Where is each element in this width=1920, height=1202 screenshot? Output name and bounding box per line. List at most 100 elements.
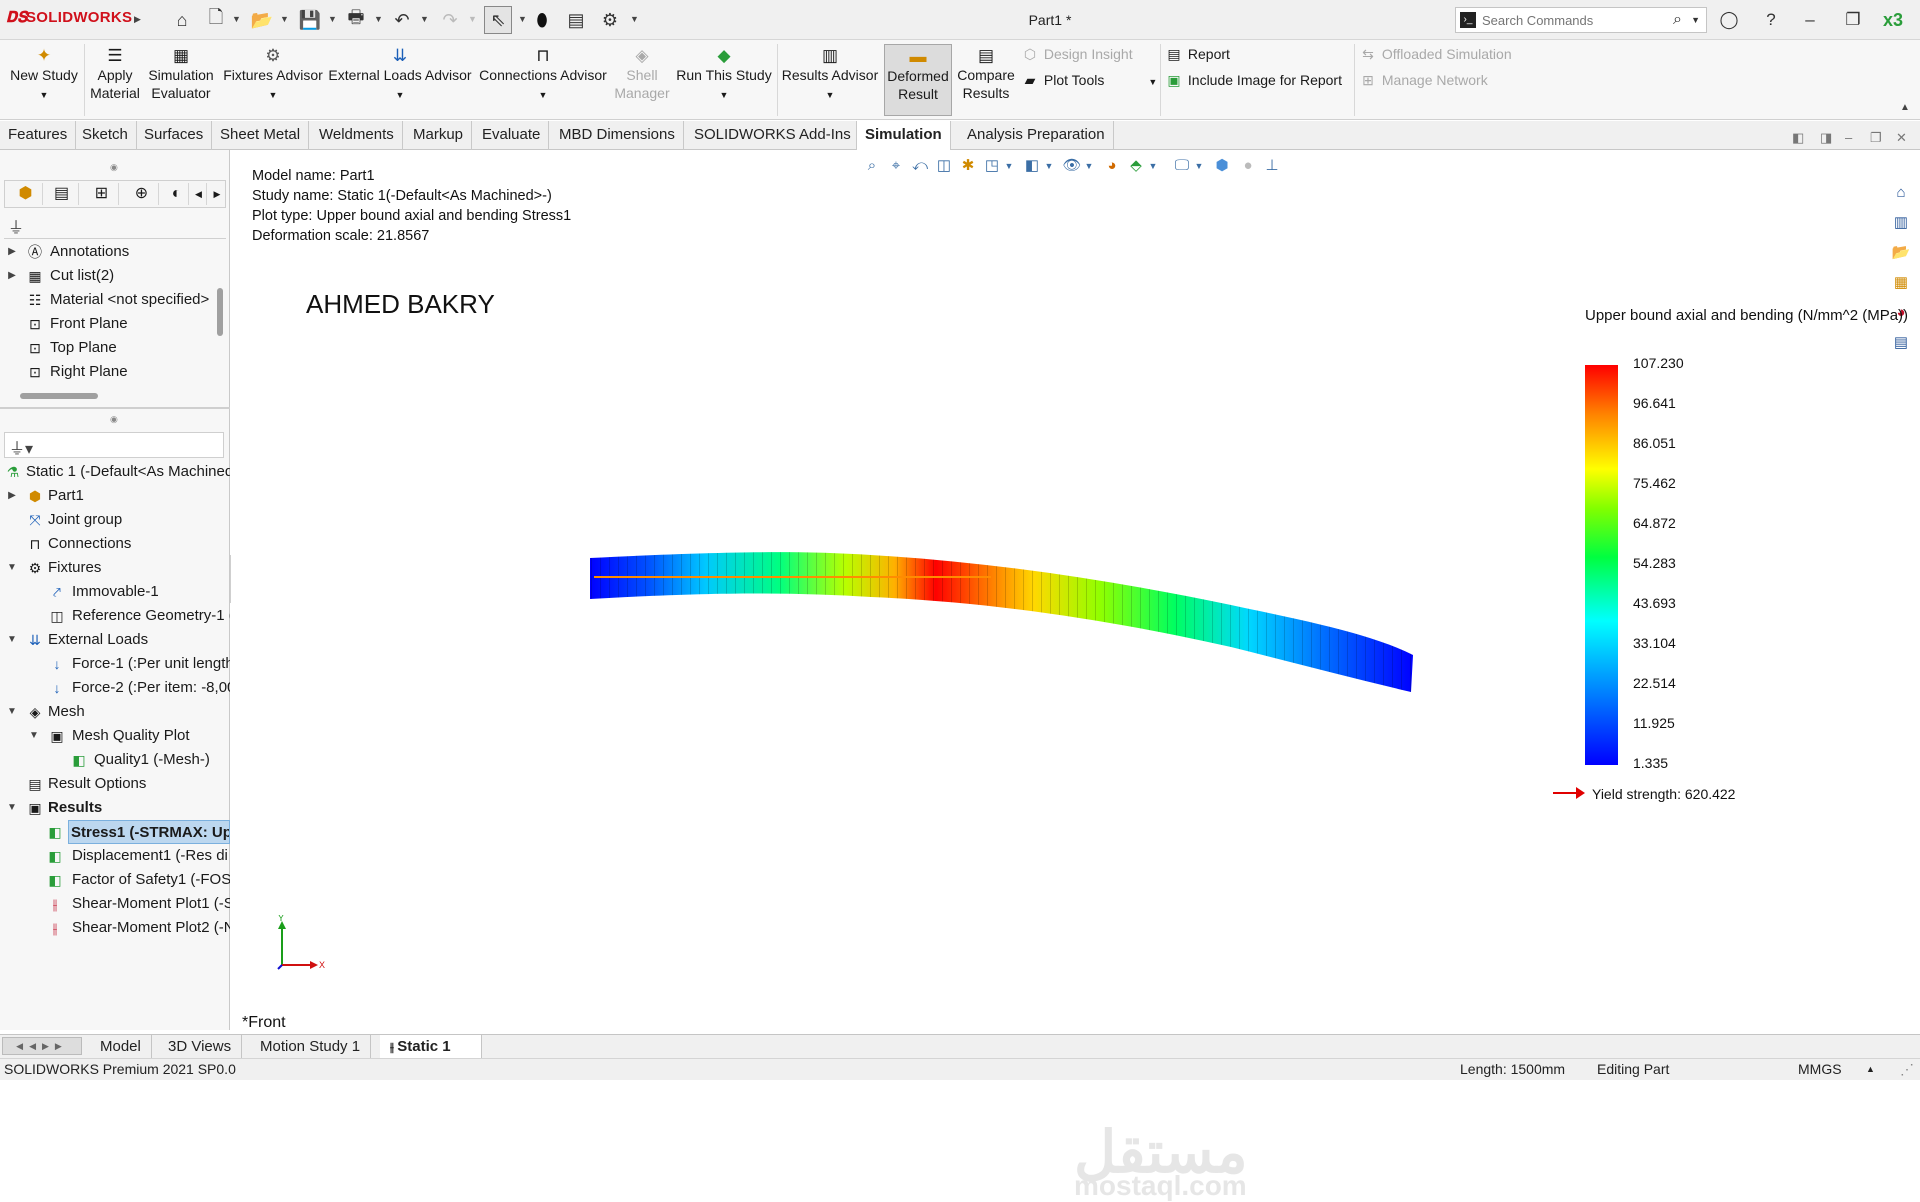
stress-plot-beam[interactable] [231, 150, 1920, 1030]
legend-color-bar[interactable] [1585, 365, 1618, 765]
collapse-icon[interactable]: ▼ [6, 796, 18, 820]
save-icon[interactable]: 💾 [298, 8, 322, 32]
tile-view-icon[interactable]: ◨ [1820, 130, 1832, 146]
collapse-icon[interactable]: ▼ [28, 724, 40, 748]
compare-results-button[interactable]: ▤ Compare Results [954, 44, 1018, 116]
traffic-light-rebuild-icon[interactable]: ⬮ [530, 8, 554, 32]
report-button[interactable]: ▤ Report [1164, 44, 1230, 64]
tab-mbd-dimensions[interactable]: MBD Dimensions [551, 121, 684, 150]
new-study-button[interactable]: ✦ New Study ▼ [4, 44, 84, 116]
tab-scroll-right-icon[interactable]: ▶ [209, 183, 225, 205]
tree-item-material[interactable]: ☷ Material <not specified> [0, 288, 215, 312]
viewport-close-icon[interactable]: ✕ [1896, 130, 1907, 146]
shell-manager-button[interactable]: ◈ Shell Manager [614, 44, 670, 116]
simulation-evaluator-button[interactable]: ▦ Simulation Evaluator [144, 44, 218, 116]
file-properties-icon[interactable]: ▤ [564, 8, 588, 32]
plot-tools-button[interactable]: ▰ Plot Tools ▼ [1020, 70, 1158, 90]
run-this-study-button[interactable]: ◆ Run This Study ▼ [674, 44, 774, 116]
tree-item-force-2[interactable]: ↓ Force-2 (:Per item: -8,00 [0, 676, 231, 700]
tree-item-immovable[interactable]: ⤤ Immovable-1 [0, 580, 230, 604]
tab-surfaces[interactable]: Surfaces [136, 121, 213, 150]
tree-item-annotations[interactable]: ▶ Ⓐ Annotations [0, 240, 215, 264]
redo-dropdown-icon[interactable]: ▼ [468, 14, 477, 24]
tree-item-factor-of-safety1[interactable]: ◧ Factor of Safety1 (-FOS- [0, 868, 230, 892]
panel-grip-icon[interactable]: ◉ [110, 414, 118, 425]
search-dropdown-icon[interactable]: ▼ [1691, 15, 1700, 25]
expand-icon[interactable]: ▶ [6, 264, 18, 288]
tab-analysis-preparation[interactable]: Analysis Preparation [959, 121, 1114, 150]
viewport-minimize-icon[interactable]: – [1845, 130, 1852, 145]
expand-icon[interactable]: ▶ [6, 240, 18, 264]
tree-item-cut-list[interactable]: ▶ ▦ Cut list(2) [0, 264, 215, 288]
viewport-restore-icon[interactable]: ❐ [1870, 130, 1882, 146]
tree-item-mesh[interactable]: ▼ ◈ Mesh [0, 700, 230, 724]
search-commands-input[interactable] [1482, 11, 1657, 29]
expand-icon[interactable]: ▶ [6, 484, 18, 508]
new-dropdown-icon[interactable]: ▼ [232, 14, 241, 24]
design-insight-button[interactable]: ⬡ Design Insight [1020, 44, 1133, 64]
tree-item-part1[interactable]: ▶ ⬢ Part1 [0, 484, 230, 508]
select-cursor-icon[interactable]: ⇖ [484, 6, 512, 34]
offloaded-simulation-button[interactable]: ⇆ Offloaded Simulation [1358, 44, 1511, 64]
help-icon[interactable]: ? [1758, 8, 1784, 32]
print-icon[interactable]: 🖶 [344, 7, 368, 32]
tree-item-fixtures[interactable]: ▼ ⚙ Fixtures [0, 556, 230, 580]
solidworks-logo[interactable]: 𝐃𝐒SOLIDWORKS [6, 9, 132, 26]
tree-item-reference-geometry[interactable]: ◫ Reference Geometry-1 ( [0, 604, 230, 628]
tree-item-study-root[interactable]: ⚗ Static 1 (-Default<As Machined>-) [0, 460, 230, 484]
property-manager-tab-icon[interactable]: ▤ [45, 183, 79, 205]
feature-filter-icon[interactable]: ⏚ [8, 214, 24, 238]
tree-item-results[interactable]: ▼ ▣ Results [0, 796, 230, 820]
tab-model[interactable]: Model [90, 1035, 152, 1058]
tab-static-1[interactable]: ⫲ Static 1 [380, 1035, 482, 1058]
tab-motion-study-1[interactable]: Motion Study 1 [250, 1035, 372, 1058]
options-dropdown-icon[interactable]: ▼ [630, 14, 639, 24]
tree-item-stress1[interactable]: ◧ Stress1 (-STRMAX: Up [0, 820, 230, 844]
tab-evaluate[interactable]: Evaluate [474, 121, 550, 150]
redo-icon[interactable]: ↷ [438, 8, 462, 32]
dimxpert-tab-icon[interactable]: ⊕ [125, 183, 159, 205]
status-resize-grip-icon[interactable]: ⋰ [1900, 1059, 1914, 1080]
tree-item-quality1[interactable]: ◧ Quality1 (-Mesh-) [0, 748, 230, 772]
include-image-report-button[interactable]: ▣ Include Image for Report [1164, 70, 1342, 90]
external-loads-advisor-button[interactable]: ⇊ External Loads Advisor ▼ [328, 44, 472, 116]
tree-item-joint-group[interactable]: ⤧ Joint group [0, 508, 230, 532]
tab-weldments[interactable]: Weldments [311, 121, 403, 150]
results-advisor-button[interactable]: ▥ Results Advisor ▼ [780, 44, 880, 116]
feature-tree-scrollbar[interactable] [217, 288, 223, 336]
configuration-manager-tab-icon[interactable]: ⊞ [85, 183, 119, 205]
panel-splitter[interactable] [0, 407, 230, 409]
display-manager-tab-icon[interactable]: ◐ [165, 183, 189, 205]
tree-item-connections[interactable]: ⊓ Connections [0, 532, 230, 556]
tab-markup[interactable]: Markup [405, 121, 473, 150]
tab-solidworks-add-ins[interactable]: SOLIDWORKS Add-Ins [686, 121, 860, 150]
tree-item-displacement1[interactable]: ◧ Displacement1 (-Res di [0, 844, 230, 868]
fixtures-advisor-button[interactable]: ⚙ Fixtures Advisor ▼ [222, 44, 324, 116]
manage-network-button[interactable]: ⊞ Manage Network [1358, 70, 1488, 90]
restore-icon[interactable]: ❐ [1840, 8, 1866, 32]
collapse-icon[interactable]: ▼ [6, 556, 18, 580]
open-folder-icon[interactable]: 📂 [250, 8, 274, 32]
minimize-icon[interactable]: – [1797, 8, 1823, 32]
collapse-icon[interactable]: ▼ [6, 628, 18, 652]
collapse-icon[interactable]: ▼ [6, 700, 18, 724]
tree-item-external-loads[interactable]: ▼ ⇊ External Loads [0, 628, 230, 652]
tree-item-force-1[interactable]: ↓ Force-1 (:Per unit length [0, 652, 231, 676]
tree-item-right-plane[interactable]: ⊡ Right Plane [0, 360, 215, 384]
tree-item-shear-moment-plot2[interactable]: ⫲ Shear-Moment Plot2 (-N [0, 916, 230, 940]
logo-menu-arrow-icon[interactable]: ▶ [134, 14, 141, 25]
undo-icon[interactable]: ↶ [390, 8, 414, 32]
3dx-badge[interactable]: x3 [1880, 8, 1906, 32]
tab-simulation[interactable]: Simulation [856, 121, 951, 150]
tab-scroll-left-icon[interactable]: ◀ [191, 183, 207, 205]
split-view-icon[interactable]: ◧ [1792, 130, 1804, 146]
new-document-icon[interactable]: 🗋 [204, 7, 228, 32]
tree-item-result-options[interactable]: ▤ Result Options [0, 772, 230, 796]
tab-scroll-arrows-icon[interactable]: ◀◀▶▶ [2, 1037, 82, 1055]
home-icon[interactable]: ⌂ [170, 8, 194, 32]
user-account-icon[interactable]: ◯ [1716, 8, 1742, 32]
feature-manager-tab-icon[interactable]: ⬢ [9, 183, 43, 205]
undo-dropdown-icon[interactable]: ▼ [420, 14, 429, 24]
deformed-result-button[interactable]: ▬ Deformed Result [884, 44, 952, 116]
options-gear-icon[interactable]: ⚙ [598, 8, 622, 32]
